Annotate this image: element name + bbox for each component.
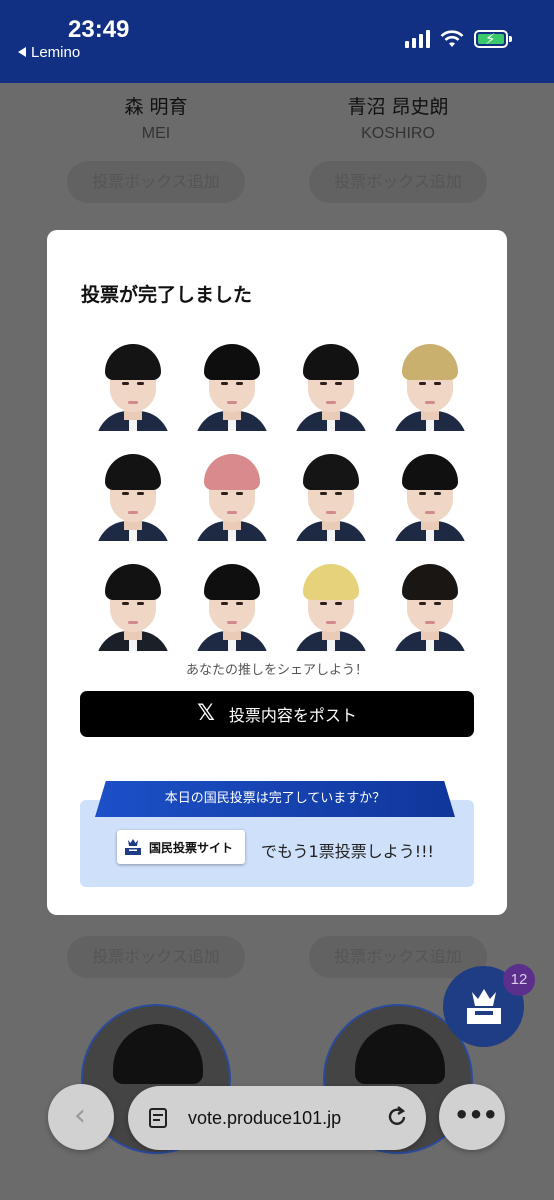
add-vote-box-button[interactable]: 投票ボックス追加 [67,161,245,203]
trainee-photo [291,558,371,651]
vote-more-text: でもう1票投票しよう!!! [261,842,434,861]
trainee-photo [291,448,371,541]
back-triangle-icon [18,47,26,57]
candidate-name: 森 明育 [124,96,188,118]
add-vote-box-button[interactable]: 投票ボックス追加 [67,936,245,978]
trainee-photo [93,338,173,431]
url-text: vote.produce101.jp [188,1107,342,1128]
vote-box-count-badge: 12 [503,964,535,996]
reload-icon[interactable] [384,1104,410,1130]
modal-title: 投票が完了しました [81,284,253,306]
back-to-app-link[interactable]: Lemino [18,44,80,61]
status-icons: ⚡ [405,30,512,48]
ellipsis-icon: ••• [454,1101,498,1129]
national-vote-site-button[interactable]: 国民投票サイト [117,830,245,864]
site-badge-label: 国民投票サイト [149,840,234,855]
wifi-icon [440,30,464,47]
add-vote-box-button[interactable]: 投票ボックス追加 [309,161,487,203]
trainee-photo [192,338,272,431]
x-logo-icon: 𝕏 [197,701,215,726]
post-button-label: 投票内容をポスト [228,706,357,725]
status-time: 23:49 [68,16,130,43]
national-vote-ribbon: 本日の国民投票は完了していますか？ [95,781,455,817]
trainee-photo [291,338,371,431]
trainee-photo [93,448,173,541]
back-app-label: Lemino [31,44,81,61]
status-bar: 23:49 Lemino ⚡ [0,0,554,83]
address-bar[interactable]: vote.produce101.jp [128,1086,426,1150]
browser-back-button[interactable]: ‹ [48,1084,114,1150]
battery-icon: ⚡ [474,30,512,48]
crown-ballot-box-icon [467,989,501,1024]
candidate-roman-name: MEI [141,125,171,142]
share-caption: あなたの推しをシェアしよう！ [185,663,368,678]
trainee-photo [93,558,173,651]
trainee-photo [390,558,470,651]
voted-trainees-grid [93,338,470,651]
trainee-photo [390,448,470,541]
candidate-name: 青沼 昂史朗 [347,96,449,118]
chevron-left-icon: ‹ [74,1098,86,1133]
trainee-photo [192,558,272,651]
post-to-x-button[interactable]: 𝕏 投票内容をポスト [80,691,474,737]
more-options-button[interactable]: ••• [439,1084,505,1150]
trainee-photo [192,448,272,541]
vote-complete-modal: 投票が完了しました あなたの推しをシェアしよう！ 𝕏 投票内容をポスト 本日の国… [47,230,507,915]
candidate-roman-name: KOSHIRO [361,125,435,142]
page-menu-icon [149,1108,167,1128]
trainee-photo [390,338,470,431]
cellular-signal-icon [405,30,430,48]
ballot-box-icon [125,839,141,855]
